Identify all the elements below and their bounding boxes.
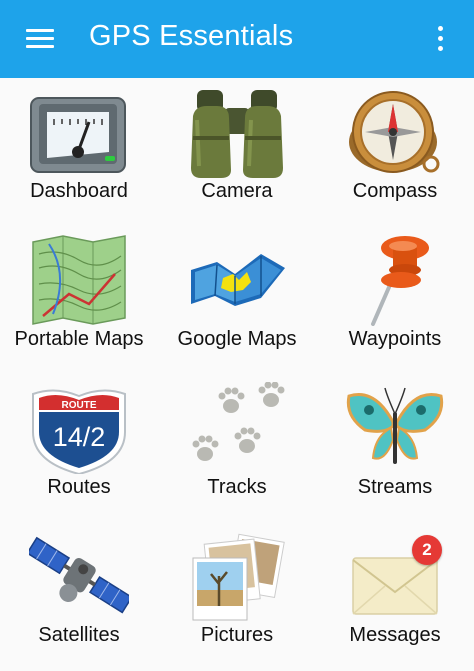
tile-label: Routes [47,476,111,498]
tile-pictures[interactable]: Pictures [158,522,316,670]
satellite-icon [29,536,129,614]
tile-label: Pictures [200,624,274,646]
tile-portable-maps[interactable]: Portable Maps [0,226,158,374]
tile-label: Waypoints [348,328,442,350]
tile-tracks[interactable]: Tracks [158,374,316,522]
tile-camera[interactable]: Camera [158,78,316,226]
binoculars-icon [191,90,283,178]
tile-label: Tracks [207,476,267,498]
tile-label: Camera [201,180,273,202]
butterfly-icon [346,387,444,464]
push-pin-icon [371,236,429,326]
tile-label: Dashboard [30,180,128,202]
tile-compass[interactable]: Compass [316,78,474,226]
tile-label: Streams [357,476,433,498]
tile-messages[interactable]: Messages [316,522,474,670]
tile-routes[interactable]: ROUTE 14/2 Routes [0,374,158,522]
photo-stack-icon [192,533,285,621]
tile-google-maps[interactable]: Google Maps [158,226,316,374]
features-grid: Dashboard Camera Compass Portable Maps G… [0,78,474,671]
folded-map-icon [191,254,285,306]
dashboard-gauge-icon [30,97,126,173]
route-shield-top-text: ROUTE [62,400,97,411]
tile-label: Google Maps [177,328,297,350]
tile-streams[interactable]: Streams [316,374,474,522]
paw-prints-icon [192,382,285,461]
tile-satellites[interactable]: Satellites [0,522,158,670]
message-count-badge: 2 [412,535,442,565]
tile-dashboard[interactable]: Dashboard [0,78,158,226]
tile-label: Satellites [38,624,120,646]
route-shield-number: 14/2 [53,422,106,452]
topographic-map-icon [32,235,126,325]
tile-label: Portable Maps [14,328,144,350]
overflow-menu-icon[interactable] [428,22,452,56]
app-bar: GPS Essentials [0,0,474,78]
route-shield-icon: ROUTE 14/2 [32,389,126,474]
compass-icon [349,91,440,173]
app-title: GPS Essentials [89,20,294,52]
tile-waypoints[interactable]: Waypoints [316,226,474,374]
hamburger-menu-icon[interactable] [22,24,58,54]
tile-label: Compass [352,180,438,202]
tile-label: Messages [349,624,441,646]
